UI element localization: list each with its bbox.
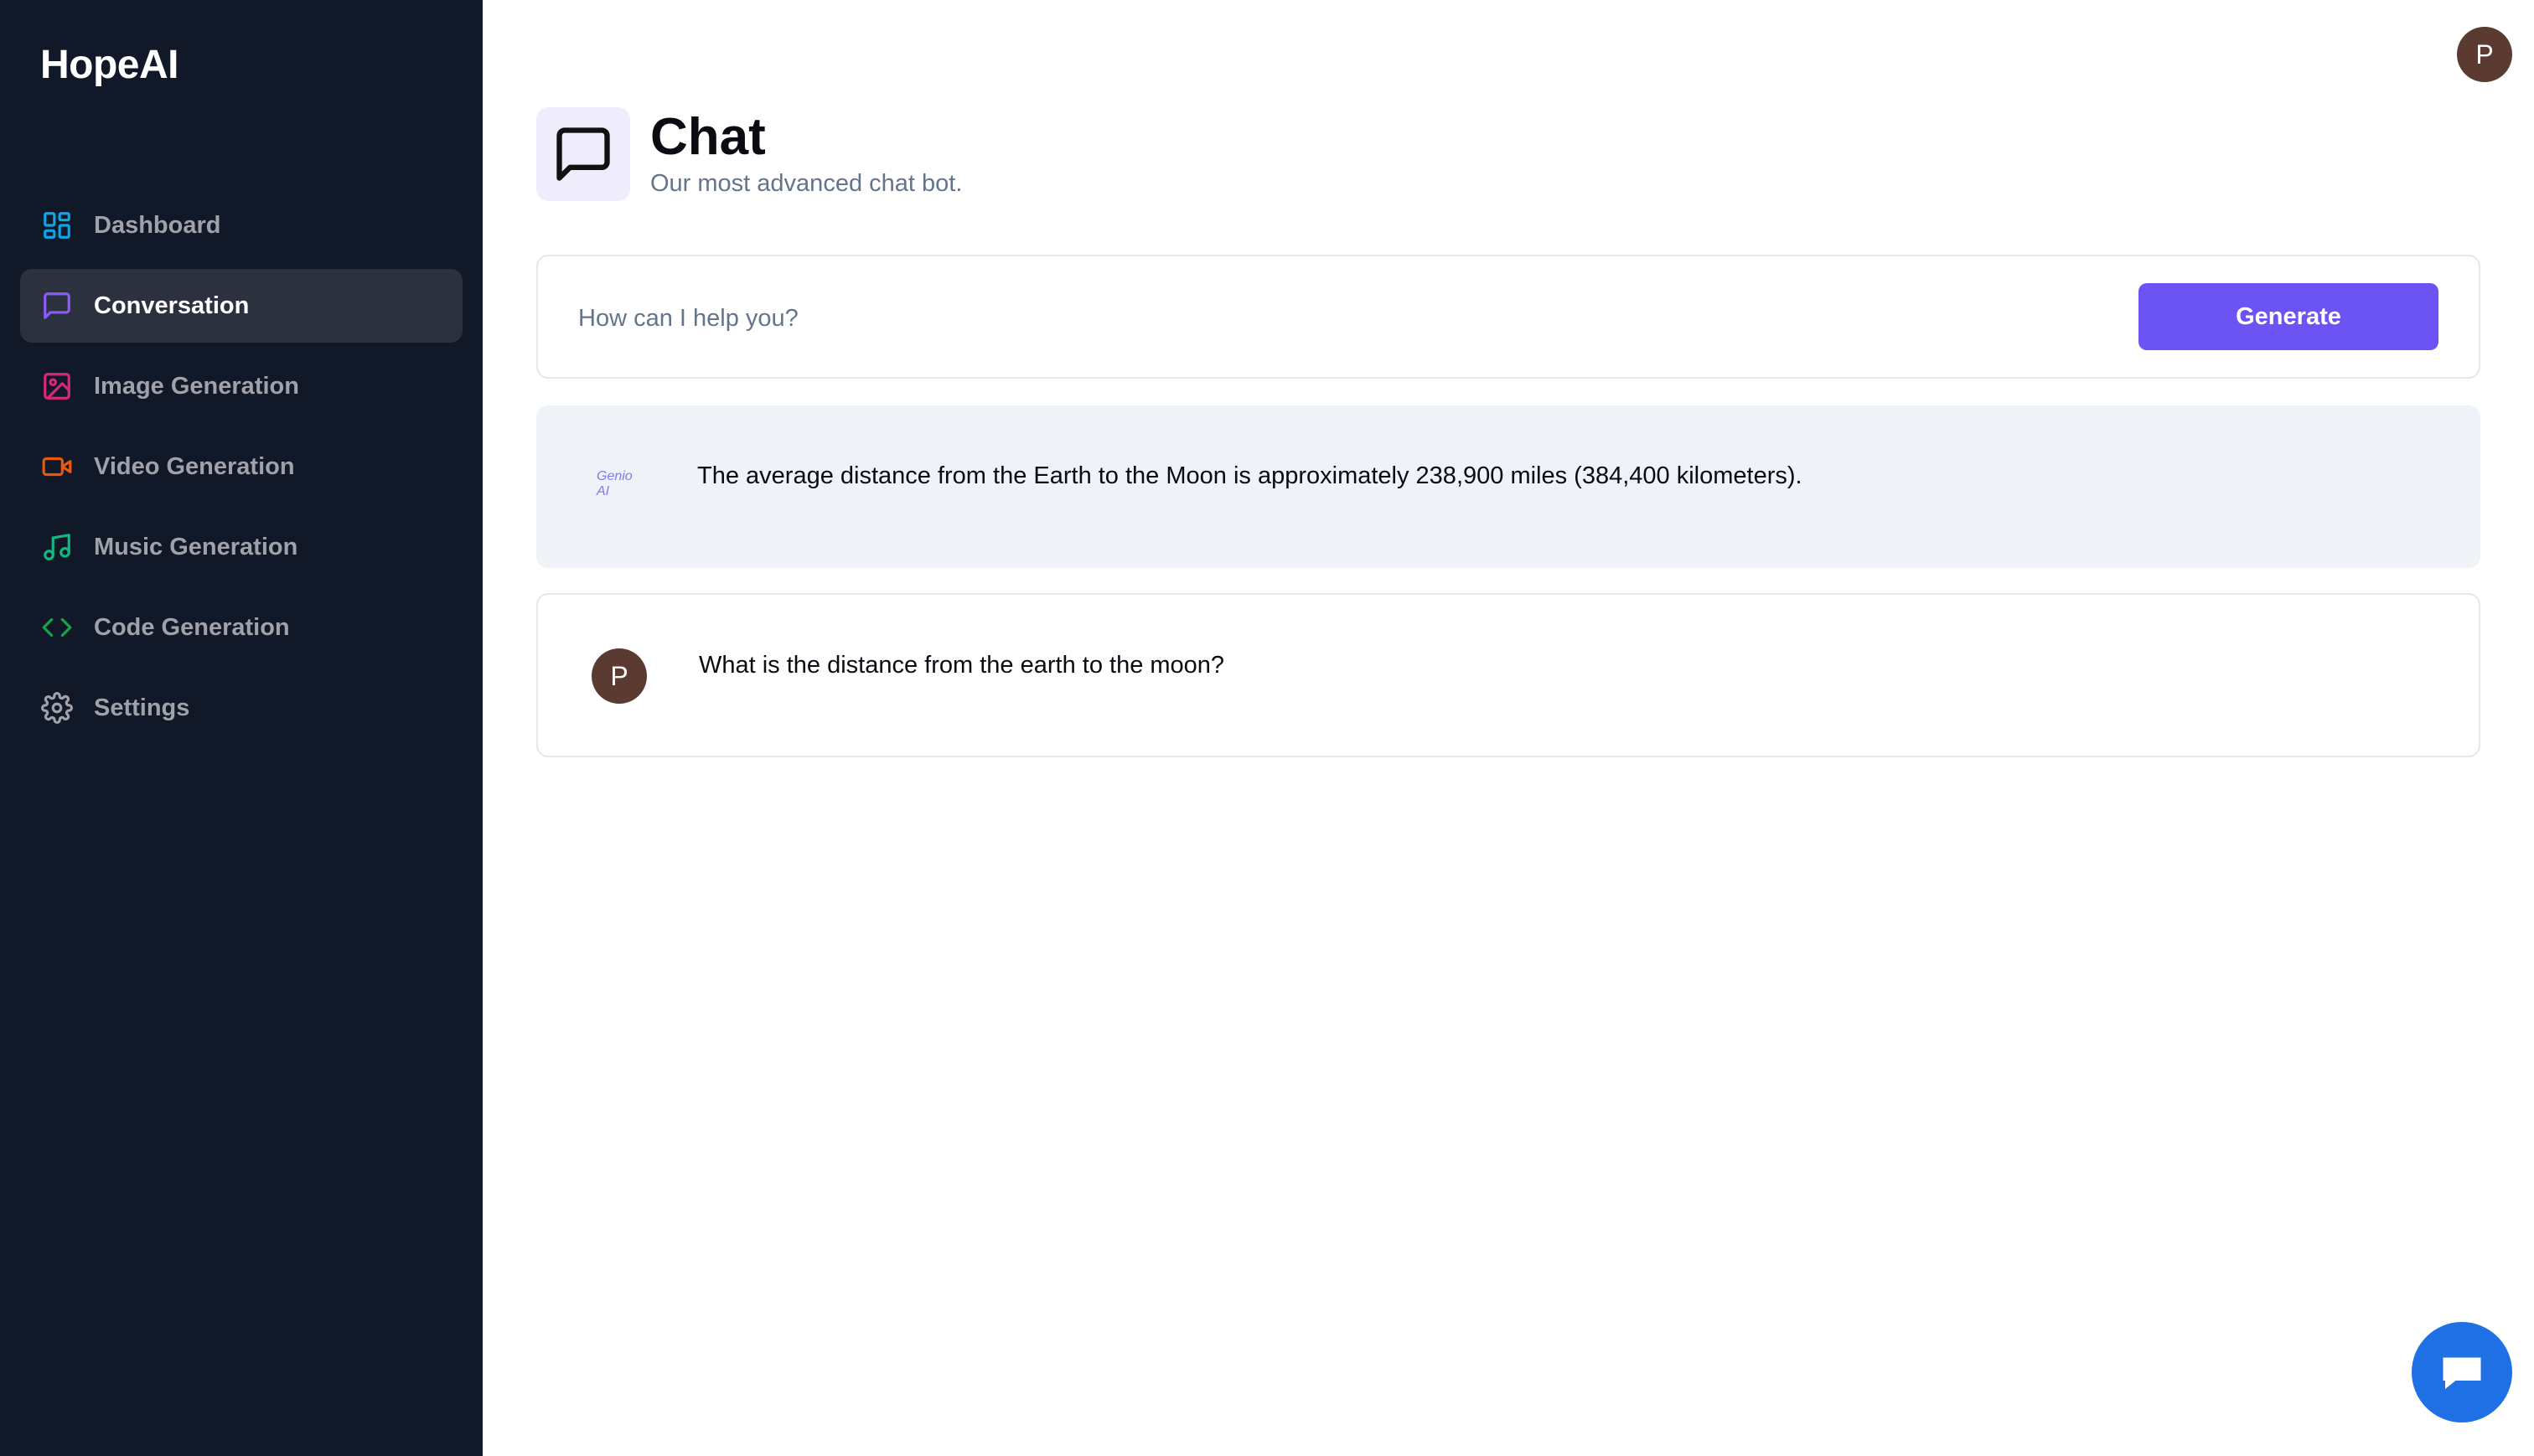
bot-logo: Genio AI (597, 469, 633, 498)
generate-button[interactable]: Generate (2138, 283, 2438, 350)
user-avatar-button[interactable]: P (2457, 27, 2512, 82)
sidebar-item-label: Video Generation (94, 452, 295, 480)
sidebar-item-label: Dashboard (94, 211, 221, 239)
sidebar-item-conversation[interactable]: Conversation (20, 269, 463, 343)
video-icon (40, 450, 74, 483)
message-square-icon (536, 107, 630, 201)
brand-logo[interactable]: HopeAI (40, 42, 179, 88)
sidebar-item-music-generation[interactable]: Music Generation (20, 510, 463, 584)
main-content: P Chat Our most advanced chat bot. Gener… (483, 0, 2534, 1456)
code-icon (40, 611, 74, 644)
sidebar-item-settings[interactable]: Settings (20, 671, 463, 745)
image-icon (40, 369, 74, 403)
sidebar-item-video-generation[interactable]: Video Generation (20, 430, 463, 503)
user-message: P What is the distance from the earth to… (536, 593, 2480, 757)
sidebar-item-label: Code Generation (94, 613, 290, 641)
chat-bubble-icon (2443, 1357, 2481, 1389)
page-subtitle: Our most advanced chat bot. (650, 170, 963, 197)
settings-icon (40, 691, 74, 725)
prompt-input[interactable] (578, 293, 2087, 343)
sidebar-item-label: Image Generation (94, 372, 299, 400)
sidebar: HopeAI Dashboard Conversation Image Gene… (0, 0, 483, 1456)
sidebar-item-label: Conversation (94, 292, 250, 319)
sidebar-item-code-generation[interactable]: Code Generation (20, 591, 463, 664)
music-icon (40, 530, 74, 564)
avatar: P (592, 648, 647, 704)
sidebar-item-dashboard[interactable]: Dashboard (20, 188, 463, 262)
message-square-icon (40, 289, 74, 323)
sidebar-item-label: Music Generation (94, 533, 298, 560)
layout-dashboard-icon (40, 209, 74, 242)
support-chat-button[interactable] (2412, 1322, 2512, 1422)
bot-message: Genio AI The average distance from the E… (536, 405, 2480, 568)
page-title: Chat (650, 108, 766, 166)
sidebar-nav: Dashboard Conversation Image Generation (20, 188, 463, 751)
sidebar-item-image-generation[interactable]: Image Generation (20, 349, 463, 423)
sidebar-item-label: Settings (94, 694, 190, 721)
user-message-text: What is the distance from the earth to t… (699, 652, 1225, 679)
prompt-form: Generate (536, 255, 2480, 379)
bot-message-text: The average distance from the Earth to t… (697, 462, 1802, 489)
